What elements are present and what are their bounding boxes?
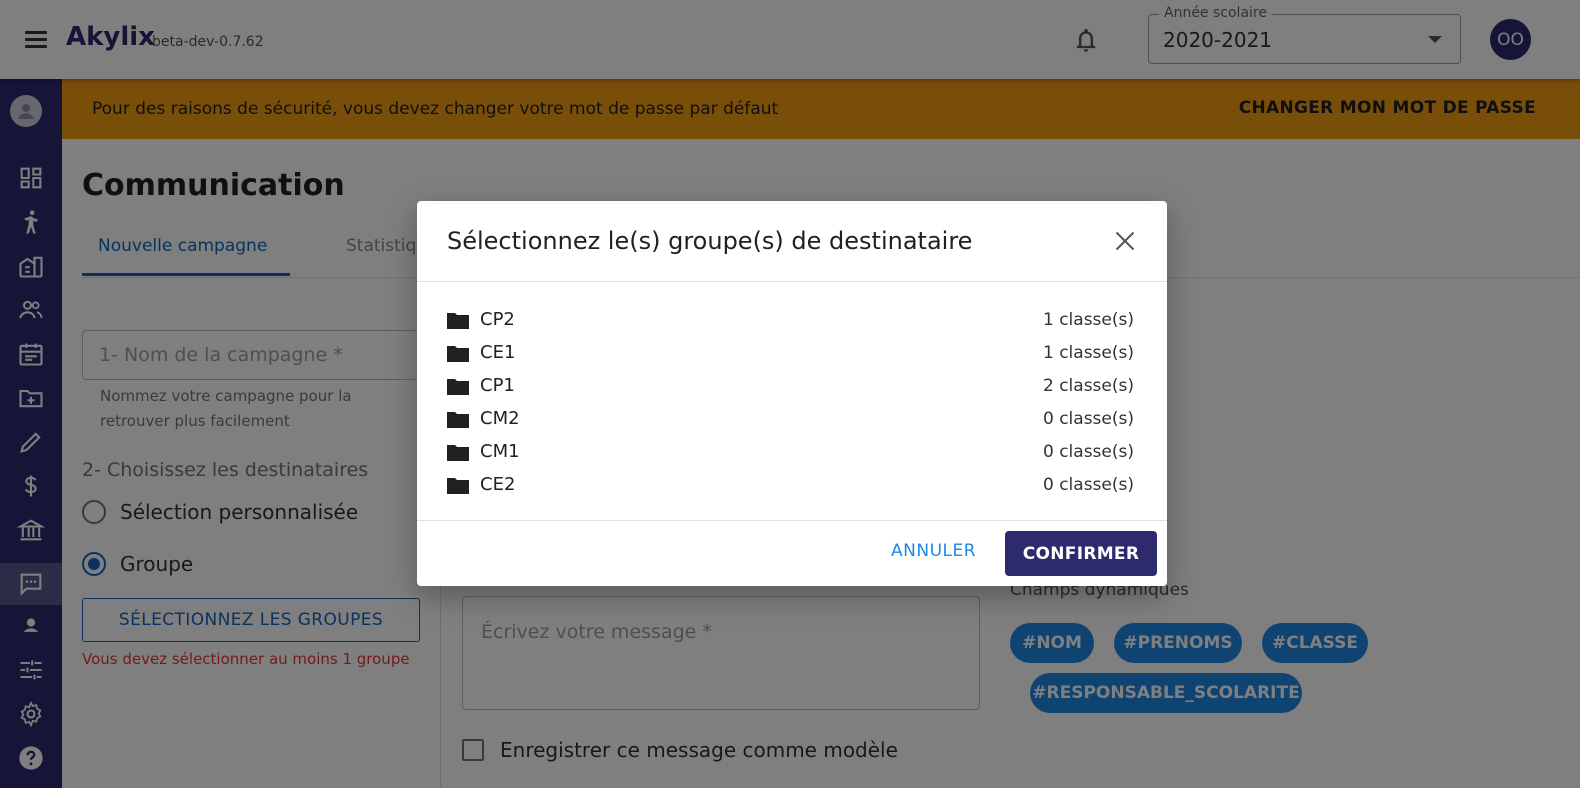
group-row-ce1[interactable]: CE1 1 classe(s) <box>447 336 1134 369</box>
folder-icon <box>447 476 469 494</box>
dialog-title: Sélectionnez le(s) groupe(s) de destinat… <box>447 227 973 255</box>
folder-icon <box>447 377 469 395</box>
group-class-count: 0 classe(s) <box>1042 408 1134 429</box>
group-name: CE1 <box>480 342 516 363</box>
group-name: CE2 <box>480 474 516 495</box>
cancel-button[interactable]: ANNULER <box>891 541 976 569</box>
select-groups-dialog: Sélectionnez le(s) groupe(s) de destinat… <box>417 201 1167 586</box>
close-icon[interactable] <box>1111 227 1139 255</box>
group-row-cp2[interactable]: CP2 1 classe(s) <box>447 303 1134 336</box>
group-row-ce2[interactable]: CE2 0 classe(s) <box>447 468 1134 501</box>
group-row-cp1[interactable]: CP1 2 classe(s) <box>447 369 1134 402</box>
group-name: CM1 <box>480 441 520 462</box>
group-class-count: 0 classe(s) <box>1042 441 1134 462</box>
folder-icon <box>447 344 469 362</box>
confirm-button[interactable]: CONFIRMER <box>1005 531 1157 576</box>
group-class-count: 0 classe(s) <box>1042 474 1134 495</box>
dialog-divider-bottom <box>417 520 1167 521</box>
group-list: CP2 1 classe(s) CE1 1 classe(s) CP1 2 cl… <box>447 303 1134 501</box>
group-class-count: 1 classe(s) <box>1042 342 1134 363</box>
group-row-cm1[interactable]: CM1 0 classe(s) <box>447 435 1134 468</box>
group-row-cm2[interactable]: CM2 0 classe(s) <box>447 402 1134 435</box>
group-name: CP1 <box>480 375 515 396</box>
folder-icon <box>447 443 469 461</box>
folder-icon <box>447 410 469 428</box>
dialog-divider-top <box>417 281 1167 282</box>
group-class-count: 1 classe(s) <box>1042 309 1134 330</box>
group-name: CM2 <box>480 408 520 429</box>
folder-icon <box>447 311 469 329</box>
group-class-count: 2 classe(s) <box>1042 375 1134 396</box>
group-name: CP2 <box>480 309 515 330</box>
